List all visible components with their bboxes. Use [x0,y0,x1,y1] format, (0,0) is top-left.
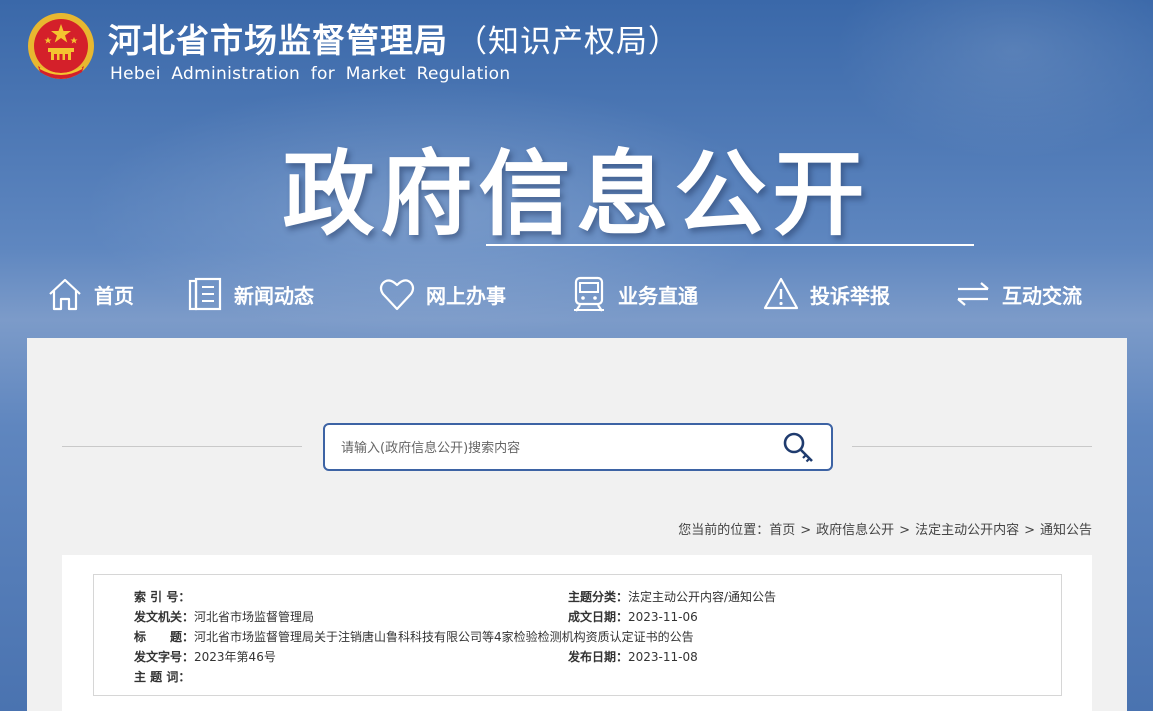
warning-icon [763,277,799,310]
banner-divider [486,244,974,246]
nav-item-label: 网上办事 [426,283,506,308]
nav-item-interaction[interactable]: 互动交流 [954,270,1082,318]
nav-item-label: 新闻动态 [234,283,314,308]
search-input[interactable] [341,435,761,461]
info-label: 标 题： [134,630,195,644]
info-issuer: 发文机关：河北省市场监督管理局 [134,608,314,625]
breadcrumb-separator: > [899,523,911,538]
site-title-main: 河北省市场监督管理局 [108,21,448,60]
search-divider-left [62,446,302,447]
info-value: 河北省市场监督管理局 [194,610,315,624]
breadcrumb: 您当前的位置：首页 > 政府信息公开 > 法定主动公开内容 > 通知公告 [678,519,1092,538]
nav-item-home[interactable]: 首页 [46,270,134,318]
info-label: 主题分类： [568,590,629,604]
nav-item-complaints[interactable]: 投诉举报 [762,270,890,318]
info-label: 主 题 词： [134,670,191,684]
info-created-date: 成文日期：2023-11-06 [568,608,698,625]
site-title: 河北省市场监督管理局 （知识产权局） [108,14,680,62]
info-value: 2023-11-06 [628,610,698,624]
breadcrumb-prefix: 您当前的位置： [678,523,770,538]
info-keywords: 主 题 词： [134,668,190,685]
info-label: 发文机关： [134,610,195,624]
search-key-icon[interactable] [781,430,817,466]
national-emblem-logo[interactable] [26,10,96,86]
breadcrumb-separator: > [800,523,812,538]
breadcrumb-notices[interactable]: 通知公告 [1040,523,1092,538]
info-index-no: 索 引 号： [134,588,190,605]
info-doc-no: 发文字号：2023年第46号 [134,648,276,665]
banner-title: 政府信息公开 [282,141,871,248]
info-label: 成文日期： [568,610,629,624]
nav-item-label: 投诉举报 [810,283,890,308]
nav-item-news[interactable]: 新闻动态 [186,270,314,318]
nav-item-label: 首页 [94,283,134,308]
document-icon [188,277,222,311]
site-title-english: Hebei Administration for Market Regulati… [110,64,511,84]
search-divider-right [852,446,1092,447]
info-value: 法定主动公开内容/通知公告 [628,590,777,604]
breadcrumb-home[interactable]: 首页 [769,523,795,538]
info-label: 发布日期： [568,650,629,664]
breadcrumb-statutory[interactable]: 法定主动公开内容 [915,523,1019,538]
document-info-section: 索 引 号： 主题分类：法定主动公开内容/通知公告 发文机关：河北省市场监督管理… [62,555,1092,711]
document-info-table: 索 引 号： 主题分类：法定主动公开内容/通知公告 发文机关：河北省市场监督管理… [93,574,1062,696]
home-icon [49,278,81,311]
exchange-icon [957,282,989,306]
main-nav: 首页 新闻动态 网上办事 业务直通 投诉举报 互动交流 [0,270,1153,318]
info-category: 主题分类：法定主动公开内容/通知公告 [568,588,776,605]
nav-item-label: 业务直通 [618,283,698,308]
info-publish-date: 发布日期：2023-11-08 [568,648,698,665]
site-title-sub: （知识产权局） [456,24,680,60]
search-box [323,423,833,471]
info-value: 2023年第46号 [194,650,276,664]
info-label: 发文字号： [134,650,195,664]
heart-icon [379,279,415,311]
train-icon [574,276,604,312]
nav-item-business[interactable]: 业务直通 [570,270,698,318]
nav-item-online-services[interactable]: 网上办事 [378,270,506,318]
info-label: 索 引 号： [134,590,191,604]
info-title: 标 题：河北省市场监督管理局关于注销唐山鲁科科技有限公司等4家检验检测机构资质认… [134,628,694,645]
info-value: 河北省市场监督管理局关于注销唐山鲁科科技有限公司等4家检验检测机构资质认定证书的… [194,630,694,644]
info-value: 2023-11-08 [628,650,698,664]
nav-item-label: 互动交流 [1002,283,1082,308]
breadcrumb-gov-info[interactable]: 政府信息公开 [816,523,894,538]
breadcrumb-separator: > [1024,523,1035,538]
